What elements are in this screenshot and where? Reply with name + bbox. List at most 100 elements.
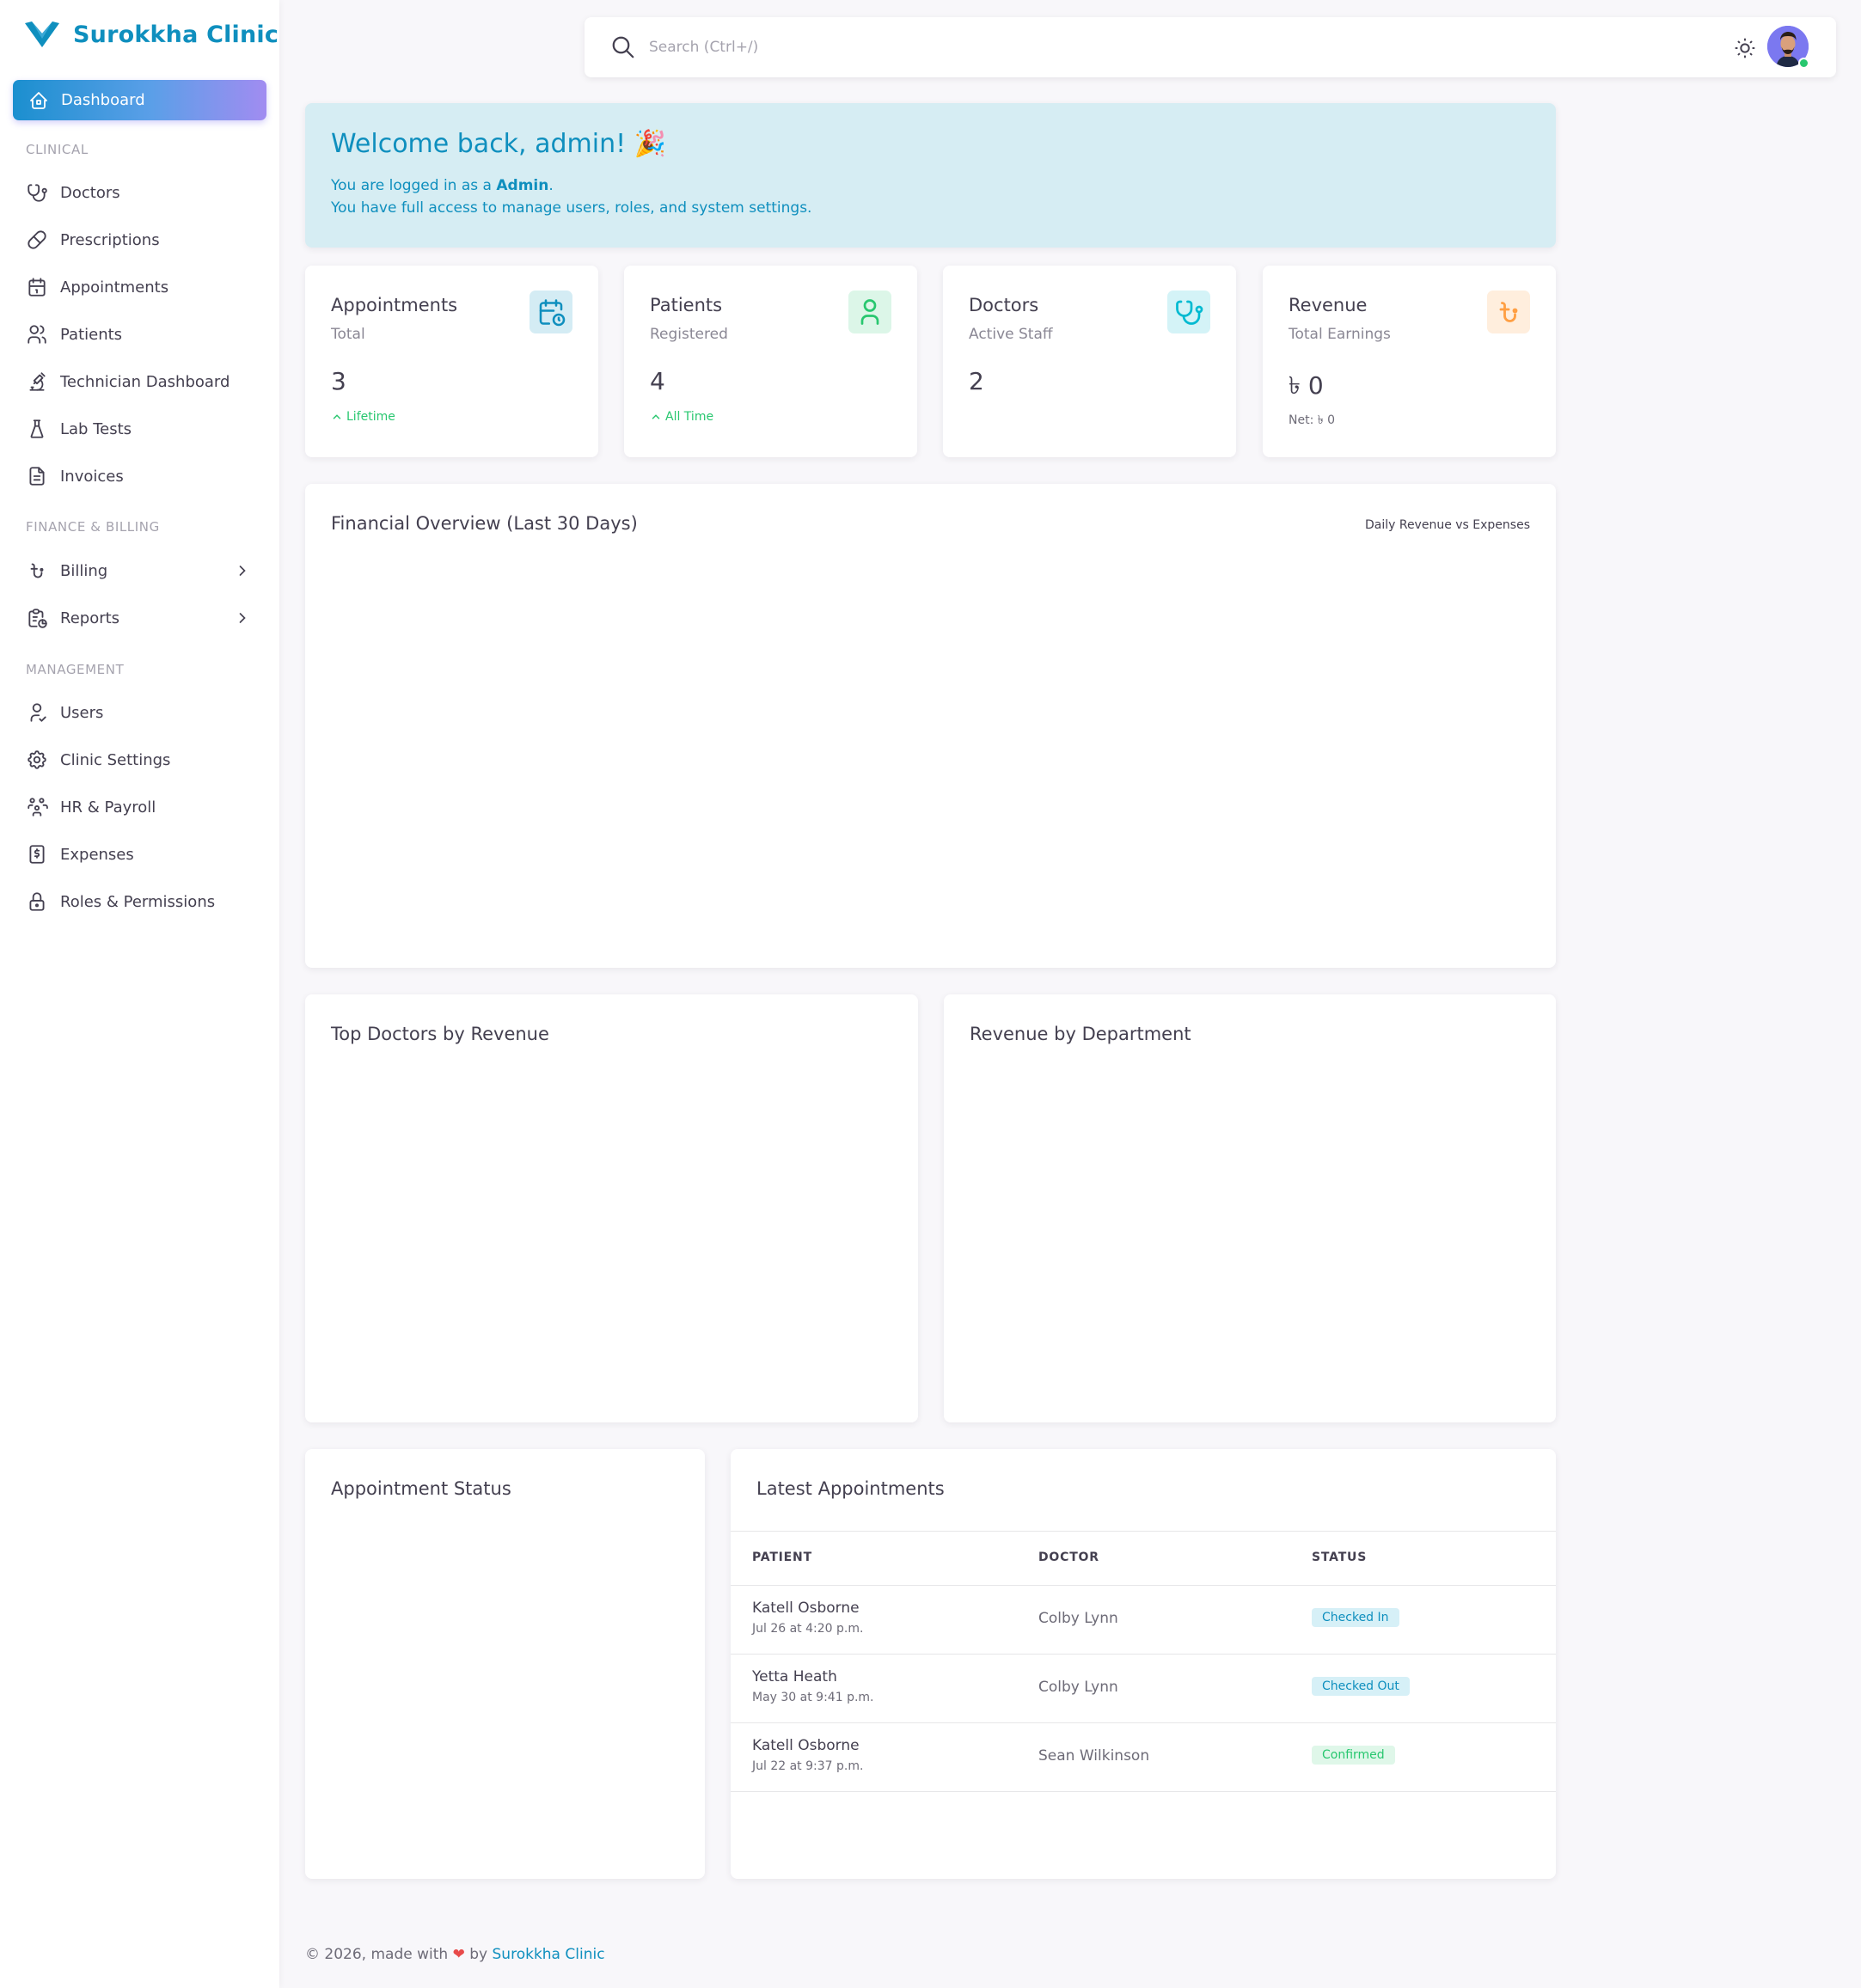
appointment-date: May 30 at 9:41 p.m. <box>752 1691 874 1704</box>
sidebar-item-label: Patients <box>60 325 123 344</box>
microscope-icon <box>29 372 46 391</box>
panel-title: Top Doctors by Revenue <box>331 1024 549 1044</box>
revenue-by-department-card: Revenue by Department <box>944 994 1556 1422</box>
status-badge: Checked Out <box>1312 1677 1410 1696</box>
sidebar-item-expenses[interactable]: Expenses <box>26 837 258 872</box>
stat-value: 4 <box>650 367 665 395</box>
stat-note-text: Lifetime <box>346 410 395 424</box>
sidebar-item-label: Users <box>60 703 104 722</box>
stat-note: Lifetime <box>331 410 395 424</box>
welcome-banner: Welcome back, admin! 🎉 You are logged in… <box>305 103 1556 248</box>
appointment-date: Jul 26 at 4:20 p.m. <box>752 1622 864 1636</box>
status-badge: Confirmed <box>1312 1746 1395 1765</box>
sidebar-item-technician-dashboard[interactable]: Technician Dashboard <box>26 364 258 399</box>
panel-title: Financial Overview (Last 30 Days) <box>331 513 638 534</box>
brand[interactable]: Surokkha Clinic <box>23 19 279 50</box>
home-icon <box>30 91 47 109</box>
chevron-right-icon <box>239 566 246 576</box>
topbar <box>585 17 1836 77</box>
chevron-up-icon <box>333 414 341 419</box>
welcome-role-line: You are logged in as a Admin. <box>331 177 554 194</box>
stat-card-appointments: Appointments Total 3 Lifetime <box>305 266 598 457</box>
table-row[interactable]: Yetta Heath May 30 at 9:41 p.m. Colby Ly… <box>731 1655 1556 1723</box>
stat-subtitle: Registered <box>650 326 728 343</box>
stat-title: Appointments <box>331 295 458 315</box>
sidebar-item-reports[interactable]: Reports <box>26 601 258 635</box>
column-header-patient: PATIENT <box>752 1551 812 1564</box>
user-icon <box>860 299 879 325</box>
stat-title: Doctors <box>969 295 1039 315</box>
financial-overview-card: Financial Overview (Last 30 Days) Daily … <box>305 484 1556 968</box>
sidebar-section-clinical: CLINICAL <box>26 142 89 157</box>
sidebar-item-label: Dashboard <box>61 91 145 109</box>
receipt-dollar-icon <box>29 845 45 864</box>
sidebar-item-clinic-settings[interactable]: Clinic Settings <box>26 743 258 777</box>
patient-name: Yetta Heath <box>752 1668 837 1685</box>
latest-appointments-card: Latest Appointments PATIENT DOCTOR STATU… <box>731 1449 1556 1879</box>
stat-note: Net: ৳ 0 <box>1289 410 1335 431</box>
column-header-status: STATUS <box>1312 1551 1368 1564</box>
sidebar-item-dashboard[interactable]: Dashboard <box>13 80 266 120</box>
sidebar-item-doctors[interactable]: Doctors <box>26 175 258 210</box>
sidebar-item-label: Appointments <box>60 278 169 297</box>
brand-name: Surokkha Clinic <box>73 21 279 48</box>
sidebar-item-prescriptions[interactable]: Prescriptions <box>26 223 258 257</box>
chevron-right-icon <box>239 613 246 623</box>
calendar-clock-icon <box>539 299 566 327</box>
welcome-access-line: You have full access to manage users, ro… <box>331 199 812 217</box>
appointment-date: Jul 22 at 9:37 p.m. <box>752 1759 864 1773</box>
stat-icon-box <box>530 291 572 333</box>
search-input[interactable] <box>649 33 1337 62</box>
stat-title: Revenue <box>1289 295 1368 315</box>
panel-subtitle: Daily Revenue vs Expenses <box>1364 518 1530 532</box>
taka-icon <box>1499 302 1518 322</box>
doctor-name: Colby Lynn <box>1038 1610 1118 1627</box>
stat-subtitle: Total <box>331 326 365 343</box>
chevron-up-icon <box>652 414 660 419</box>
sidebar-item-billing[interactable]: Billing <box>26 554 258 588</box>
brand-logo-icon <box>25 21 59 47</box>
sidebar-item-patients[interactable]: Patients <box>26 317 258 352</box>
sun-icon[interactable] <box>1733 36 1757 60</box>
sidebar-item-users[interactable]: Users <box>26 695 258 730</box>
table-row[interactable]: Katell Osborne Jul 22 at 9:37 p.m. Sean … <box>731 1723 1556 1792</box>
users-group-icon <box>28 798 48 817</box>
appointment-status-card: Appointment Status <box>305 1449 705 1879</box>
panel-title: Revenue by Department <box>970 1024 1191 1044</box>
sidebar-item-lab-tests[interactable]: Lab Tests <box>26 412 258 446</box>
stat-title: Patients <box>650 295 723 315</box>
welcome-role-suffix: . <box>548 177 554 194</box>
stat-value: 2 <box>969 367 984 395</box>
users-icon <box>28 325 46 344</box>
stethoscope-icon <box>1176 300 1203 325</box>
user-check-icon <box>30 703 46 722</box>
sidebar-item-label: Clinic Settings <box>60 750 171 769</box>
sidebar-item-appointments[interactable]: Appointments <box>26 270 258 304</box>
calendar-icon <box>28 278 46 297</box>
taka-icon <box>30 563 44 578</box>
search-icon[interactable] <box>610 34 636 60</box>
doctor-name: Sean Wilkinson <box>1038 1747 1150 1765</box>
sidebar-item-label: Reports <box>60 609 120 627</box>
table-row[interactable]: Katell Osborne Jul 26 at 4:20 p.m. Colby… <box>731 1586 1556 1655</box>
pill-icon <box>28 230 46 249</box>
sidebar-item-label: Lab Tests <box>60 419 132 438</box>
sidebar-item-label: Expenses <box>60 845 134 864</box>
stat-note-text: All Time <box>665 410 714 424</box>
footer-by: by <box>469 1946 488 1963</box>
sidebar-section-finance: FINANCE & BILLING <box>26 519 160 535</box>
sidebar-item-label: Prescriptions <box>60 230 160 249</box>
footer-brand-link[interactable]: Surokkha Clinic <box>493 1946 605 1963</box>
sidebar-item-hr-payroll[interactable]: HR & Payroll <box>26 790 258 824</box>
sidebar-item-label: HR & Payroll <box>60 798 156 817</box>
sidebar: Surokkha Clinic Dashboard CLINICAL Docto… <box>0 0 279 1988</box>
sidebar-item-label: Roles & Permissions <box>60 892 216 911</box>
doctor-name: Colby Lynn <box>1038 1679 1118 1696</box>
panel-title: Latest Appointments <box>756 1478 945 1499</box>
report-icon <box>28 609 47 628</box>
panel-title: Appointment Status <box>331 1478 511 1499</box>
sidebar-item-invoices[interactable]: Invoices <box>26 459 258 493</box>
stat-card-patients: Patients Registered 4 All Time <box>624 266 917 457</box>
sidebar-item-roles-permissions[interactable]: Roles & Permissions <box>26 884 258 919</box>
stat-icon-box <box>1487 291 1530 333</box>
